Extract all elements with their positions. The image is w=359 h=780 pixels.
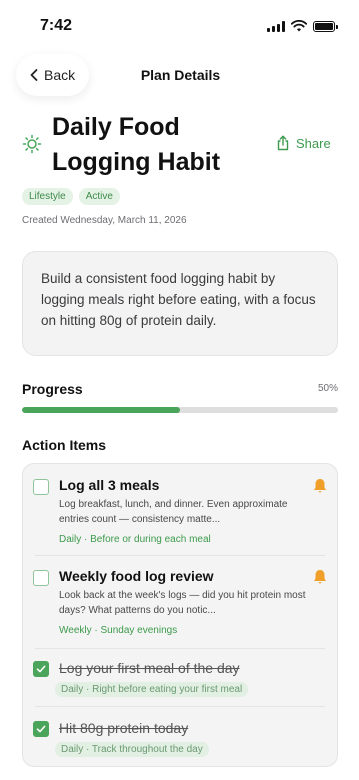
status-icons (267, 20, 338, 32)
bell-icon[interactable] (313, 478, 327, 494)
item-checkbox-checked[interactable] (33, 661, 49, 677)
item-schedule: Daily · Before or during each meal (59, 534, 211, 545)
status-bar: 7:42 (0, 0, 359, 52)
signal-icon (267, 20, 285, 32)
item-title: Log all 3 meals (59, 477, 160, 493)
wifi-icon (291, 20, 307, 32)
battery-icon (313, 20, 338, 32)
checkmark-icon (36, 725, 46, 733)
progress-fill (22, 407, 180, 413)
plan-description: Build a consistent food logging habit by… (22, 251, 338, 356)
share-button[interactable]: Share (276, 135, 331, 151)
item-checkbox-checked[interactable] (33, 721, 49, 737)
tag-lifestyle: Lifestyle (22, 188, 73, 205)
item-title: Weekly food log review (59, 568, 214, 584)
created-date: Created Wednesday, March 11, 2026 (22, 215, 187, 226)
item-schedule: Daily · Right before eating your first m… (55, 682, 249, 697)
item-schedule: Weekly · Sunday evenings (59, 625, 178, 636)
action-items-list: Log all 3 meals Log breakfast, lunch, an… (22, 463, 338, 767)
page-title: Plan Details (140, 67, 221, 83)
item-description: Log breakfast, lunch, and dinner. Even a… (59, 499, 288, 525)
action-items-title: Action Items (22, 437, 107, 453)
plan-title-line-1: Daily Food (52, 113, 180, 141)
item-description: Look back at the week's logs — did you h… (59, 590, 306, 616)
nav-bar: Back Plan Details (0, 52, 359, 98)
item-title: Log your first meal of the day (59, 660, 240, 676)
progress-percent: 50% (317, 383, 338, 394)
item-checkbox[interactable] (33, 479, 49, 495)
share-label: Share (296, 135, 331, 151)
tag-list: Lifestyle Active (22, 188, 120, 205)
progress-section: Progress 50% (22, 381, 338, 413)
item-schedule: Daily · Track throughout the day (55, 742, 209, 757)
divider (35, 706, 325, 707)
bell-icon[interactable] (313, 569, 327, 585)
plan-title-line-2: Logging Habit (52, 148, 221, 176)
plan-title: Daily Food Logging Habit (52, 110, 262, 180)
progress-label: Progress (22, 381, 83, 397)
status-badge: Active (78, 188, 120, 205)
status-time: 7:42 (40, 17, 73, 34)
progress-bar (22, 407, 338, 413)
divider (35, 648, 325, 649)
item-checkbox[interactable] (33, 570, 49, 586)
checkmark-icon (36, 665, 46, 673)
item-title: Hit 80g protein today (59, 720, 189, 736)
share-icon (277, 135, 289, 151)
divider (35, 555, 325, 556)
sun-icon (22, 134, 42, 154)
